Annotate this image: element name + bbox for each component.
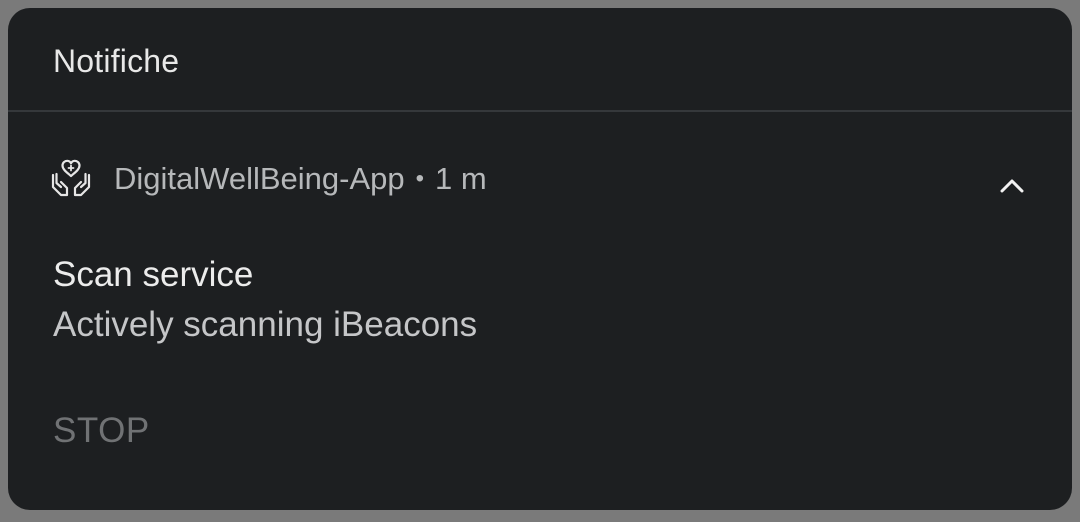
app-name: DigitalWellBeing-App bbox=[114, 161, 405, 196]
panel-header: Notifiche bbox=[8, 8, 1072, 112]
heart-in-hands-icon bbox=[50, 158, 92, 200]
notification-text: Actively scanning iBeacons bbox=[53, 305, 478, 344]
chevron-up-icon bbox=[997, 171, 1027, 201]
header-separator: • bbox=[415, 165, 425, 192]
notification-time: 1 m bbox=[435, 161, 487, 196]
panel-title: Notifiche bbox=[53, 43, 180, 79]
notification-title: Scan service bbox=[53, 255, 254, 294]
notification-header: DigitalWellBeing-App • 1 m bbox=[50, 156, 487, 202]
stop-action-button[interactable]: STOP bbox=[53, 411, 150, 451]
notification-panel: Notifiche DigitalWellBeing-App • 1 m Sca… bbox=[8, 8, 1072, 510]
collapse-button[interactable] bbox=[984, 158, 1040, 214]
